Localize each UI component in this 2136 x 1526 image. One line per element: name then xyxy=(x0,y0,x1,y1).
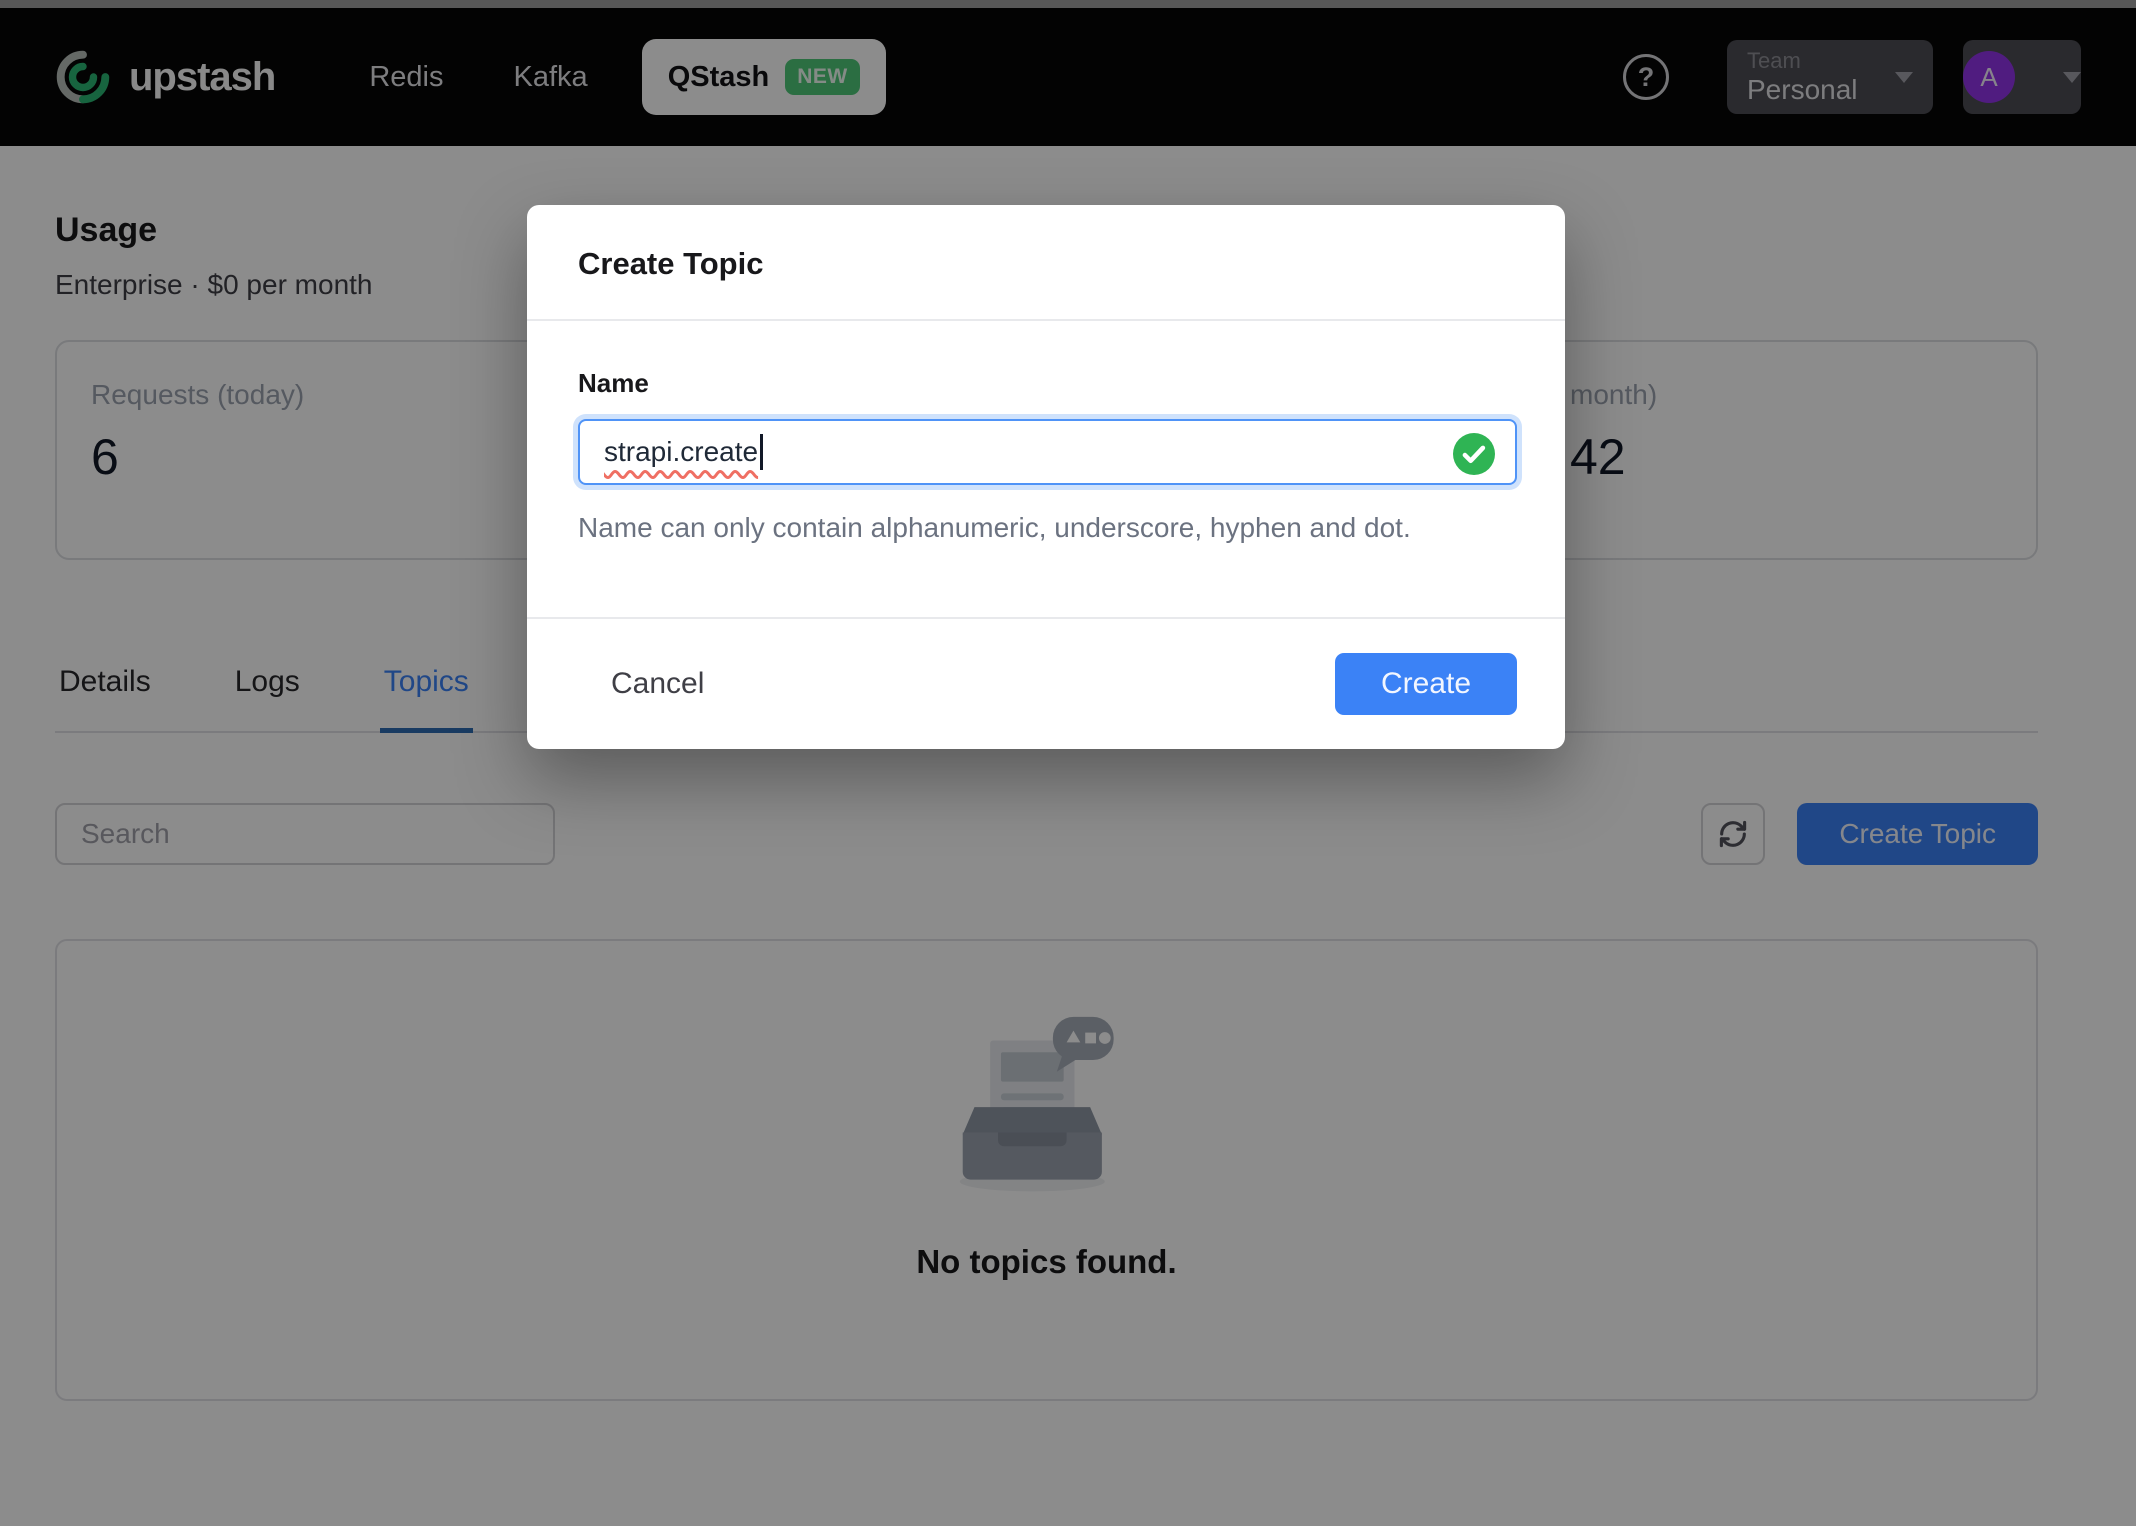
name-field-helper: Name can only contain alphanumeric, unde… xyxy=(578,511,1517,545)
topic-name-value: strapi.create xyxy=(604,436,758,468)
create-topic-modal: Create Topic Name strapi.create Name can… xyxy=(527,205,1565,749)
modal-header: Create Topic xyxy=(527,205,1565,321)
text-cursor xyxy=(760,434,763,470)
modal-title: Create Topic xyxy=(578,245,1517,283)
modal-body: Name strapi.create Name can only contain… xyxy=(527,321,1565,617)
topic-name-input[interactable]: strapi.create xyxy=(578,419,1517,485)
valid-check-icon xyxy=(1453,433,1495,475)
cancel-button[interactable]: Cancel xyxy=(575,653,740,715)
name-field-label: Name xyxy=(578,367,1517,399)
modal-footer: Cancel Create xyxy=(527,617,1565,749)
create-button[interactable]: Create xyxy=(1335,653,1517,715)
